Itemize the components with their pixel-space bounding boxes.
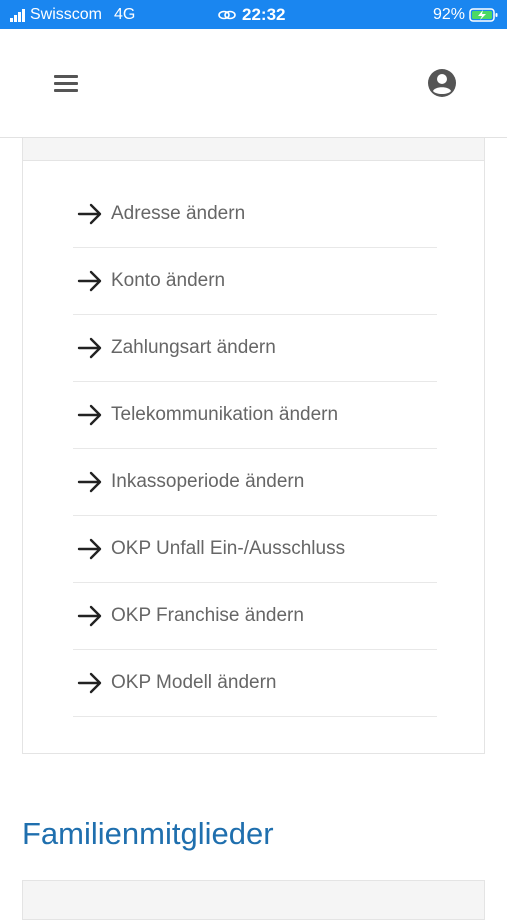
action-item-okp-unfall[interactable]: OKP Unfall Ein-/Ausschluss [73, 516, 437, 583]
arrow-right-icon [77, 538, 102, 560]
account-circle-icon[interactable] [427, 68, 457, 98]
action-item-konto[interactable]: Konto ändern [73, 248, 437, 315]
family-members-heading: Familienmitglieder [22, 816, 274, 851]
arrow-right-icon [77, 337, 102, 359]
family-members-card [22, 880, 485, 920]
actions-card: Adresse ändern Konto ändern Zahlungsart … [22, 138, 485, 754]
signal-strength-icon [10, 8, 25, 22]
action-label: OKP Franchise ändern [111, 605, 304, 626]
action-label: Telekommunikation ändern [111, 404, 339, 425]
status-bar: Swisscom 4G 22:32 92% [0, 0, 507, 29]
action-label: Konto ändern [111, 270, 226, 291]
app-header [0, 29, 507, 138]
link-icon [218, 10, 236, 20]
card-header-strip [23, 138, 484, 161]
action-label: Inkassoperiode ändern [111, 471, 305, 492]
action-item-okp-modell[interactable]: OKP Modell ändern [73, 650, 437, 717]
action-item-adresse[interactable]: Adresse ändern [73, 181, 437, 248]
action-label: OKP Unfall Ein-/Ausschluss [111, 538, 346, 559]
action-item-inkassoperiode[interactable]: Inkassoperiode ändern [73, 449, 437, 516]
action-label: Zahlungsart ändern [111, 337, 276, 358]
carrier-name: Swisscom [30, 6, 103, 23]
action-label: OKP Modell ändern [111, 672, 277, 693]
status-right: 92% [433, 6, 499, 24]
action-label: Adresse ändern [111, 203, 246, 224]
action-item-okp-franchise[interactable]: OKP Franchise ändern [73, 583, 437, 650]
arrow-right-icon [77, 203, 102, 225]
arrow-right-icon [77, 404, 102, 426]
battery-percentage: 92% [432, 6, 465, 23]
action-list: Adresse ändern Konto ändern Zahlungsart … [73, 181, 437, 717]
arrow-right-icon [77, 605, 102, 627]
clock: 22:32 [242, 5, 286, 24]
action-item-zahlungsart[interactable]: Zahlungsart ändern [73, 315, 437, 382]
network-type: 4G [114, 6, 136, 23]
status-center: 22:32 [218, 5, 285, 25]
arrow-right-icon [77, 672, 102, 694]
arrow-right-icon [77, 471, 102, 493]
hamburger-menu-icon[interactable] [52, 70, 80, 96]
status-left: Swisscom 4G [10, 6, 135, 24]
arrow-right-icon [77, 270, 102, 292]
battery-charging-icon [469, 8, 498, 22]
action-item-telekommunikation[interactable]: Telekommunikation ändern [73, 382, 437, 449]
